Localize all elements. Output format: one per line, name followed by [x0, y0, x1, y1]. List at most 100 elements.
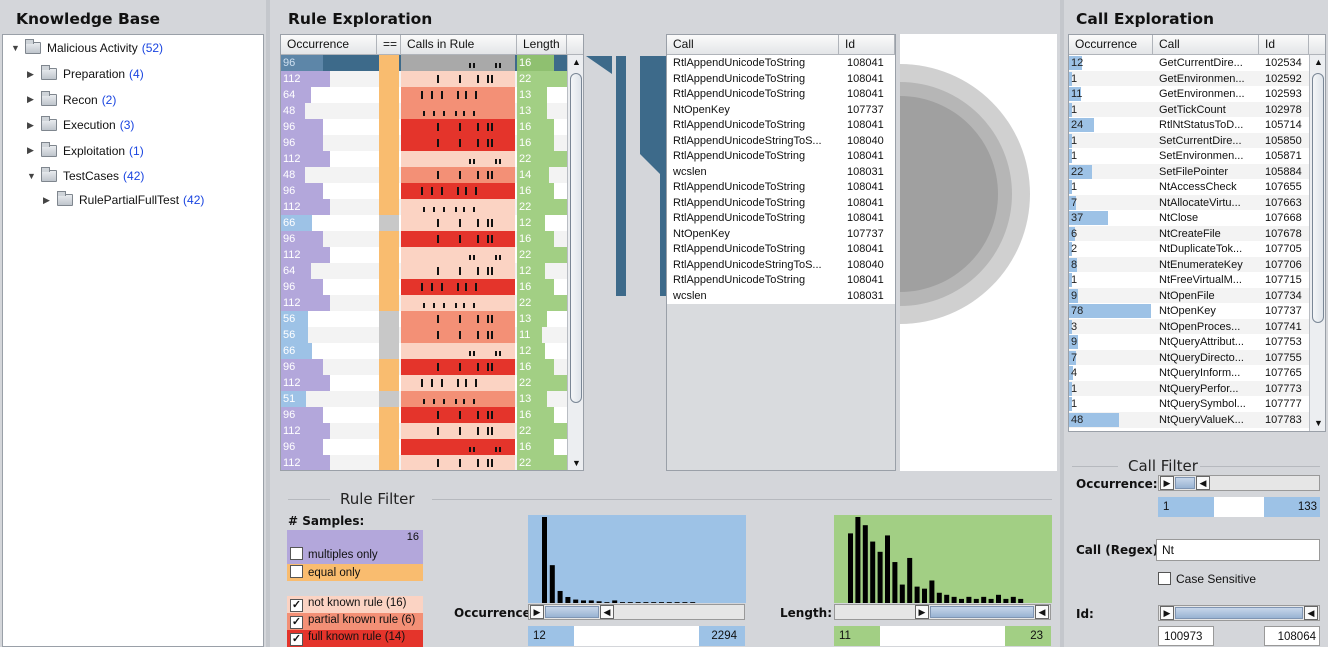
full-known-rule-checkbox[interactable]: ✓ full known rule (14): [287, 630, 423, 647]
rule-row[interactable]: 64 12: [281, 263, 567, 279]
call-row[interactable]: 1 NtQuerySymbol... 107777: [1069, 396, 1309, 412]
call-row[interactable]: 37 NtClose 107668: [1069, 210, 1309, 226]
tree-node-execution[interactable]: ▶ Execution (3): [27, 115, 134, 135]
call-in-rule-row[interactable]: RtlAppendUnicodeToString 108041: [667, 179, 895, 195]
rule-row[interactable]: 66 12: [281, 215, 567, 231]
call-row[interactable]: 1 NtQueryPerfor... 107773: [1069, 380, 1309, 397]
length-range-slider[interactable]: ▶ ◀: [834, 604, 1051, 620]
column-header[interactable]: Length: [517, 35, 567, 55]
slider-range-thumb[interactable]: [1175, 477, 1195, 489]
call-row[interactable]: 1 GetEnvironmen... 102592: [1069, 70, 1309, 87]
checkbox-icon[interactable]: [290, 565, 303, 578]
length-max-value[interactable]: 23: [1005, 626, 1051, 646]
call-table-scrollbar[interactable]: ▲ ▼: [1309, 55, 1325, 431]
scrollbar-thumb[interactable]: [1312, 73, 1324, 323]
rule-table-scrollbar[interactable]: ▲ ▼: [567, 55, 583, 470]
rule-row[interactable]: 96 16: [281, 119, 567, 135]
scroll-up-icon[interactable]: ▲: [1314, 57, 1323, 67]
column-header[interactable]: Id: [1259, 35, 1309, 55]
call-in-rule-row[interactable]: wcslen 108031: [667, 163, 895, 180]
slider-right-handle-icon[interactable]: ◀: [600, 605, 614, 619]
scrollbar-thumb[interactable]: [570, 73, 582, 403]
slider-right-handle-icon[interactable]: ◀: [1304, 606, 1318, 620]
call-row[interactable]: 1 NtFreeVirtualM... 107715: [1069, 272, 1309, 288]
call-in-rule-row[interactable]: RtlAppendUnicodeToString 108041: [667, 55, 895, 71]
call-row[interactable]: 48 NtQueryValueK... 107783: [1069, 411, 1309, 428]
splitter-left[interactable]: [266, 0, 270, 647]
rule-row[interactable]: 64 13: [281, 87, 567, 103]
call-in-rule-row[interactable]: NtOpenKey 107737: [667, 101, 895, 118]
slider-left-handle-icon[interactable]: ▶: [1160, 476, 1174, 490]
rule-row[interactable]: 112 22: [281, 423, 568, 439]
column-header[interactable]: Occurrence: [281, 35, 377, 55]
call-id-min[interactable]: 100973: [1158, 626, 1214, 646]
tree-node-rulepartialfulltest[interactable]: ▶ RulePartialFullTest (42): [43, 190, 204, 210]
partial-known-rule-checkbox[interactable]: ✓ partial known rule (6): [287, 613, 423, 630]
call-row[interactable]: 7 NtQueryDirecto... 107755: [1069, 349, 1309, 366]
slider-range-thumb[interactable]: [1175, 607, 1303, 619]
call-in-rule-row[interactable]: RtlAppendUnicodeToString 108041: [667, 272, 895, 288]
tree-node-preparation[interactable]: ▶ Preparation (4): [27, 64, 144, 84]
scroll-down-icon[interactable]: ▼: [1314, 418, 1323, 428]
scroll-down-icon[interactable]: ▼: [572, 458, 581, 468]
multiples-only-checkbox[interactable]: multiples only: [290, 547, 378, 561]
checkbox-icon[interactable]: [1158, 572, 1171, 585]
checkbox-icon[interactable]: [290, 547, 303, 560]
tree-node-malicious-activity[interactable]: ▼ Malicious Activity (52): [11, 38, 163, 58]
check-icon[interactable]: ✓: [290, 599, 303, 612]
call-row[interactable]: 22 SetFilePointer 105884: [1069, 163, 1309, 180]
length-min-value[interactable]: 11: [834, 626, 880, 646]
rule-row[interactable]: 96 16: [281, 55, 567, 71]
occurrence-max-value[interactable]: 2294: [699, 626, 745, 646]
column-header[interactable]: Calls in Rule: [401, 35, 517, 55]
call-in-rule-row[interactable]: RtlAppendUnicodeToString 108041: [667, 241, 895, 257]
call-row[interactable]: 1 NtAccessCheck 107655: [1069, 179, 1309, 195]
not-known-rule-checkbox[interactable]: ✓ not known rule (16): [287, 596, 423, 613]
tree-node-exploitation[interactable]: ▶ Exploitation (1): [27, 141, 144, 161]
expand-right-icon[interactable]: ▶: [27, 69, 41, 80]
call-row[interactable]: 24 RtlNtStatusToD... 105714: [1069, 117, 1309, 133]
check-icon[interactable]: ✓: [290, 633, 303, 646]
equal-only-checkbox[interactable]: equal only: [287, 564, 423, 581]
rule-row[interactable]: 112 22: [281, 247, 568, 263]
call-row[interactable]: 9 NtOpenFile 107734: [1069, 287, 1309, 304]
call-in-rule-row[interactable]: RtlAppendUnicodeToString 108041: [667, 210, 895, 226]
call-in-rule-row[interactable]: RtlAppendUnicodeToString 108041: [667, 117, 895, 133]
rule-row[interactable]: 96 16: [281, 359, 567, 375]
call-row[interactable]: 1 SetEnvironmen... 105871: [1069, 148, 1309, 164]
tree-node-recon[interactable]: ▶ Recon (2): [27, 90, 116, 110]
splitter-right[interactable]: [1060, 0, 1064, 647]
call-row[interactable]: 1 GetTickCount 102978: [1069, 101, 1309, 118]
column-header[interactable]: Id: [839, 35, 895, 55]
check-icon[interactable]: ✓: [290, 616, 303, 629]
rule-row[interactable]: 112 22: [281, 455, 568, 470]
call-in-rule-row[interactable]: RtlAppendUnicodeToString 108041: [667, 86, 895, 102]
call-row[interactable]: 1 SetCurrentDire... 105850: [1069, 132, 1309, 149]
tree-node-testcases[interactable]: ▼ TestCases (42): [27, 166, 144, 186]
rule-row[interactable]: 56 13: [281, 311, 567, 327]
call-in-rule-row[interactable]: RtlAppendUnicodeStringToS... 108040: [667, 256, 895, 273]
slider-right-handle-icon[interactable]: ◀: [1035, 605, 1049, 619]
call-row[interactable]: 7 NtAllocateVirtu... 107663: [1069, 194, 1309, 211]
expand-down-icon[interactable]: ▼: [11, 43, 25, 53]
call-row[interactable]: 9 NtQueryAttribut... 107753: [1069, 334, 1309, 350]
rule-row[interactable]: 96 16: [281, 439, 567, 455]
expand-down-icon[interactable]: ▼: [27, 171, 41, 181]
column-header[interactable]: Call: [1153, 35, 1259, 55]
rule-row[interactable]: 48 13: [281, 103, 567, 119]
rule-row[interactable]: 96 16: [281, 407, 567, 423]
call-in-rule-row[interactable]: RtlAppendUnicodeToString 108041: [667, 194, 895, 211]
expand-right-icon[interactable]: ▶: [27, 120, 41, 131]
call-row[interactable]: 3 NtOpenProces... 107741: [1069, 318, 1309, 335]
rule-row[interactable]: 56 11: [281, 327, 567, 343]
scroll-up-icon[interactable]: ▲: [572, 57, 581, 67]
rule-row[interactable]: 96 16: [281, 183, 567, 199]
call-row[interactable]: 11 GetEnvironmen... 102593: [1069, 86, 1309, 102]
rule-row[interactable]: 51 13: [281, 391, 567, 407]
slider-left-handle-icon[interactable]: ▶: [915, 605, 929, 619]
call-occurrence-min[interactable]: 1: [1158, 497, 1214, 517]
rule-row[interactable]: 112 22: [281, 71, 568, 87]
call-row[interactable]: 78 NtOpenKey 107737: [1069, 303, 1309, 319]
call-row[interactable]: 12 GetCurrentDire... 102534: [1069, 55, 1309, 71]
rule-row[interactable]: 96 16: [281, 135, 567, 151]
